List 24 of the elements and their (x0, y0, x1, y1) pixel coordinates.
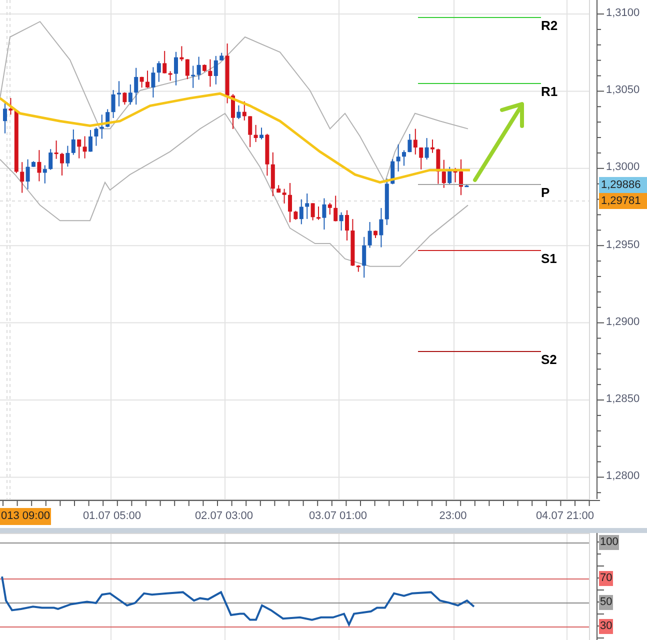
rsi-level-label: 70 (599, 571, 614, 586)
price-axis-label: 1,3100 (606, 8, 640, 19)
pivot-label: R1 (541, 85, 558, 98)
time-axis-label: 013 09:00 (0, 508, 51, 525)
price-tag: 1,29781 (599, 193, 647, 209)
price-axis-label: 1,2950 (606, 240, 640, 251)
price-axis-label: 1,2850 (606, 394, 640, 405)
time-axis-label: 23:00 (439, 509, 467, 524)
price-tag: 1,29886 (599, 177, 647, 193)
pivot-label: S2 (541, 353, 557, 366)
time-axis-label: 01.07 05:00 (82, 509, 142, 524)
pivot-label: R2 (541, 19, 558, 32)
time-axis-label: 04.07 21:00 (536, 509, 594, 524)
price-axis-label: 1,2800 (606, 471, 640, 482)
rsi-level-label: 30 (599, 619, 614, 634)
time-axis-label: 03.07 01:00 (308, 509, 368, 524)
price-axis-label: 1,3050 (606, 85, 640, 96)
rsi-level-label: 100 (599, 535, 620, 550)
rsi-level-label: 50 (599, 595, 614, 610)
pivot-label: P (541, 186, 550, 199)
time-axis-label: 02.07 03:00 (194, 509, 254, 524)
price-axis-label: 1,3000 (606, 162, 640, 174)
price-axis-label: 1,2900 (606, 316, 640, 328)
pivot-label: S1 (541, 252, 557, 265)
